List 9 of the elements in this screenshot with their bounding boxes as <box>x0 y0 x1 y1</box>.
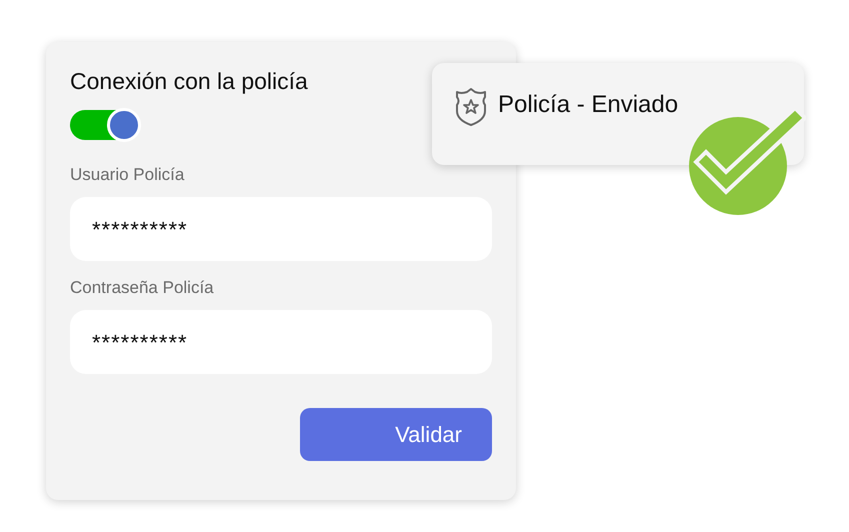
form-title: Conexión con la policía <box>70 68 308 94</box>
input-field[interactable]: ********** <box>70 197 492 261</box>
shield-star-icon <box>454 87 488 127</box>
notification-text: Policía - Enviado <box>498 90 678 120</box>
field-label: Usuario Policía <box>70 166 184 183</box>
input-field[interactable]: ********** <box>70 310 492 374</box>
field-label: Contraseña Policía <box>70 279 214 296</box>
validate-button[interactable]: Validar <box>300 408 492 461</box>
toggle-switch[interactable] <box>70 108 142 142</box>
